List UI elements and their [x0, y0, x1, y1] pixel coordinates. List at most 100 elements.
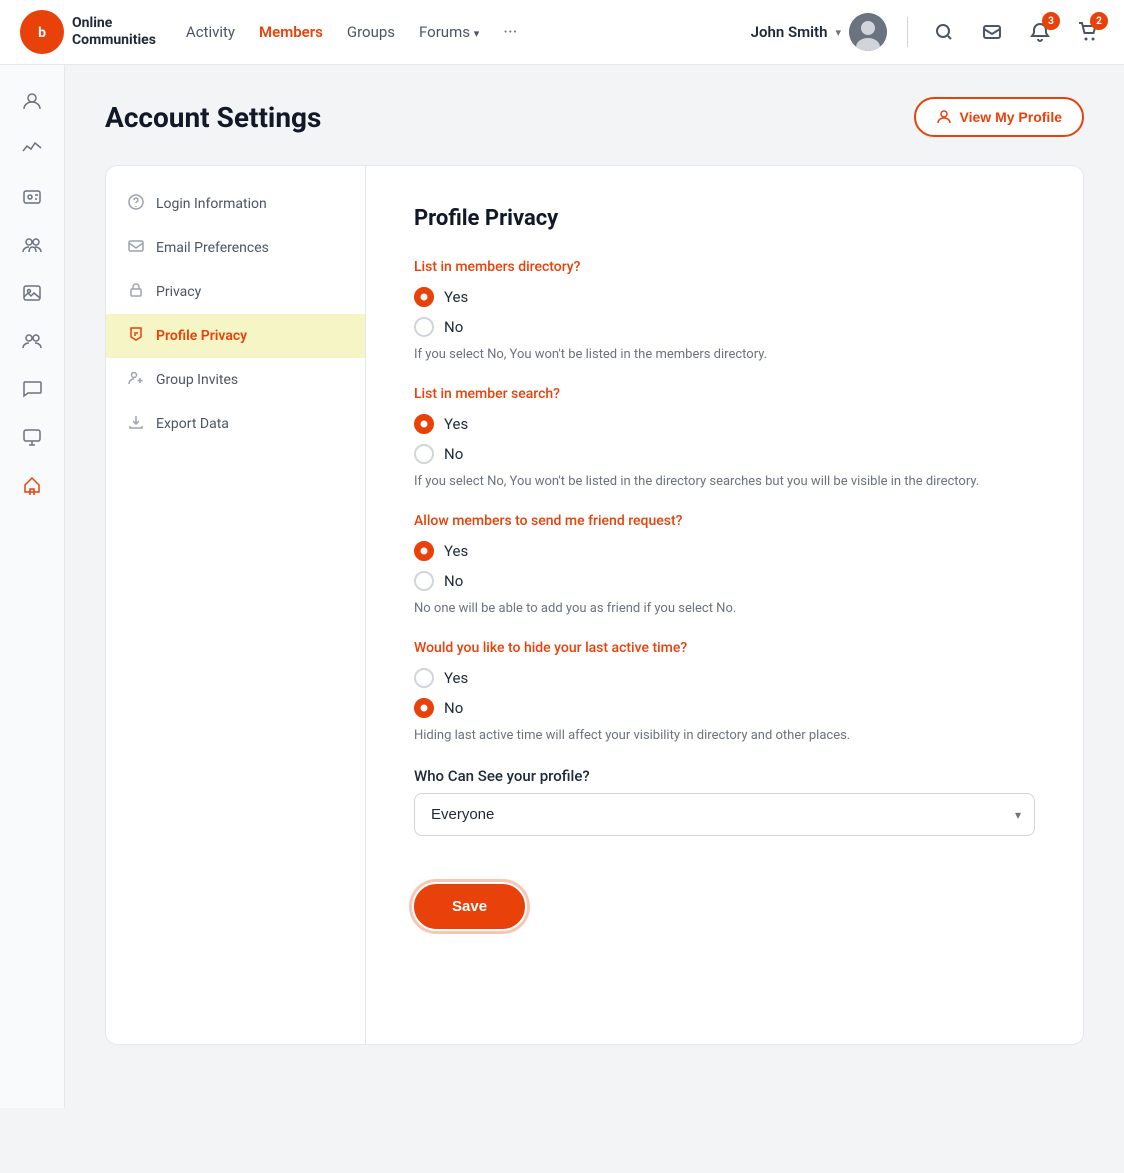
- nav-more-dots[interactable]: ···: [503, 22, 517, 43]
- question-search: List in member search?: [414, 386, 1035, 402]
- nav-divider: [907, 17, 908, 47]
- radio-input-active-yes[interactable]: [414, 668, 434, 688]
- radio-group-friend: Yes No: [414, 541, 1035, 591]
- avatar-image: [849, 13, 887, 51]
- hint-active-time: Hiding last active time will affect your…: [414, 728, 1035, 743]
- view-profile-button[interactable]: View My Profile: [914, 97, 1084, 137]
- question-active-time: Would you like to hide your last active …: [414, 640, 1035, 656]
- sidebar-icon-friends[interactable]: [12, 321, 52, 361]
- view-profile-label: View My Profile: [960, 109, 1062, 125]
- radio-active-yes[interactable]: Yes: [414, 668, 1035, 688]
- export-data-label: Export Data: [156, 416, 229, 432]
- user-name-label: John Smith: [751, 23, 828, 41]
- topnav-right-section: John Smith ▾: [751, 13, 1104, 51]
- form-group-active-time: Would you like to hide your last active …: [414, 640, 1035, 743]
- left-sidebar: [0, 65, 65, 1108]
- radio-active-yes-label: Yes: [444, 669, 468, 687]
- sidebar-icon-activity[interactable]: [12, 129, 52, 169]
- main-content: Account Settings View My Profile Login I…: [65, 65, 1124, 1108]
- svg-text:b: b: [38, 25, 46, 41]
- radio-directory-yes-label: Yes: [444, 288, 468, 306]
- radio-search-yes-label: Yes: [444, 415, 468, 433]
- radio-input-directory-no[interactable]: [414, 317, 434, 337]
- form-group-who-can-see: Who Can See your profile? Everyone Membe…: [414, 767, 1035, 836]
- who-can-see-label: Who Can See your profile?: [414, 767, 1035, 785]
- radio-friend-no[interactable]: No: [414, 571, 1035, 591]
- settings-nav-email-preferences[interactable]: Email Preferences: [106, 226, 365, 270]
- login-info-label: Login Information: [156, 196, 267, 212]
- sidebar-icon-profile-card[interactable]: [12, 177, 52, 217]
- email-pref-label: Email Preferences: [156, 240, 269, 256]
- section-title: Profile Privacy: [414, 206, 1035, 231]
- settings-content-area: Profile Privacy List in members director…: [366, 166, 1083, 1044]
- page-title: Account Settings: [105, 101, 321, 134]
- profile-privacy-label: Profile Privacy: [156, 328, 247, 344]
- search-button[interactable]: [928, 16, 960, 48]
- privacy-icon: [126, 282, 146, 302]
- notifications-badge: 3: [1042, 12, 1060, 30]
- profile-privacy-icon: [126, 326, 146, 346]
- radio-friend-no-label: No: [444, 572, 463, 590]
- sidebar-icon-community[interactable]: [12, 465, 52, 505]
- sidebar-icon-image[interactable]: [12, 273, 52, 313]
- user-chevron-icon: ▾: [835, 26, 841, 39]
- radio-friend-yes[interactable]: Yes: [414, 541, 1035, 561]
- who-can-see-select[interactable]: Everyone Members Only Friends Only: [414, 793, 1035, 836]
- avatar: [849, 13, 887, 51]
- settings-nav-login-information[interactable]: Login Information: [106, 182, 365, 226]
- group-invites-icon: [126, 370, 146, 390]
- messages-button[interactable]: [976, 16, 1008, 48]
- main-nav-links: Activity Members Groups Forums ▾ ···: [186, 22, 751, 43]
- sidebar-icon-person[interactable]: [12, 81, 52, 121]
- logo-icon: b: [20, 10, 64, 54]
- save-button[interactable]: Save: [414, 884, 525, 929]
- radio-directory-yes[interactable]: Yes: [414, 287, 1035, 307]
- settings-nav-privacy[interactable]: Privacy: [106, 270, 365, 314]
- nav-groups[interactable]: Groups: [347, 23, 395, 41]
- who-can-see-select-wrapper: Everyone Members Only Friends Only ▾: [414, 793, 1035, 836]
- hint-friend: No one will be able to add you as friend…: [414, 601, 1035, 616]
- top-navigation: b Online Communities Activity Members Gr…: [0, 0, 1124, 65]
- notifications-button[interactable]: 3: [1024, 16, 1056, 48]
- hint-search: If you select No, You won't be listed in…: [414, 474, 1035, 489]
- settings-nav-export-data[interactable]: Export Data: [106, 402, 365, 446]
- radio-directory-no[interactable]: No: [414, 317, 1035, 337]
- sidebar-icon-groups[interactable]: [12, 225, 52, 265]
- page-header: Account Settings View My Profile: [105, 97, 1084, 137]
- form-group-search: List in member search? Yes No If you sel…: [414, 386, 1035, 489]
- radio-input-directory-yes[interactable]: [414, 287, 434, 307]
- settings-nav-profile-privacy[interactable]: Profile Privacy: [106, 314, 365, 358]
- brand-name: Online Communities: [72, 15, 156, 49]
- privacy-label: Privacy: [156, 284, 201, 300]
- radio-input-search-no[interactable]: [414, 444, 434, 464]
- radio-search-no[interactable]: No: [414, 444, 1035, 464]
- sidebar-icon-desktop[interactable]: [12, 417, 52, 457]
- hint-directory: If you select No, You won't be listed in…: [414, 347, 1035, 362]
- radio-active-no-label: No: [444, 699, 463, 717]
- radio-active-no[interactable]: No: [414, 698, 1035, 718]
- radio-input-friend-no[interactable]: [414, 571, 434, 591]
- sidebar-icon-chat[interactable]: [12, 369, 52, 409]
- email-pref-icon: [126, 238, 146, 258]
- settings-nav-group-invites[interactable]: Group Invites: [106, 358, 365, 402]
- form-group-friend-request: Allow members to send me friend request?…: [414, 513, 1035, 616]
- group-invites-label: Group Invites: [156, 372, 238, 388]
- nav-members[interactable]: Members: [259, 23, 323, 41]
- radio-search-yes[interactable]: Yes: [414, 414, 1035, 434]
- radio-directory-no-label: No: [444, 318, 463, 336]
- settings-sidebar: Login Information Email Preferences: [106, 166, 366, 1044]
- radio-search-no-label: No: [444, 445, 463, 463]
- user-menu[interactable]: John Smith ▾: [751, 13, 887, 51]
- brand-logo[interactable]: b Online Communities: [20, 10, 156, 54]
- nav-forums[interactable]: Forums ▾: [419, 23, 479, 41]
- nav-activity[interactable]: Activity: [186, 23, 235, 41]
- radio-group-search: Yes No: [414, 414, 1035, 464]
- radio-input-active-no[interactable]: [414, 698, 434, 718]
- radio-group-directory: Yes No: [414, 287, 1035, 337]
- radio-input-search-yes[interactable]: [414, 414, 434, 434]
- export-data-icon: [126, 414, 146, 434]
- radio-group-active: Yes No: [414, 668, 1035, 718]
- cart-badge: 2: [1090, 12, 1108, 30]
- radio-input-friend-yes[interactable]: [414, 541, 434, 561]
- cart-button[interactable]: 2: [1072, 16, 1104, 48]
